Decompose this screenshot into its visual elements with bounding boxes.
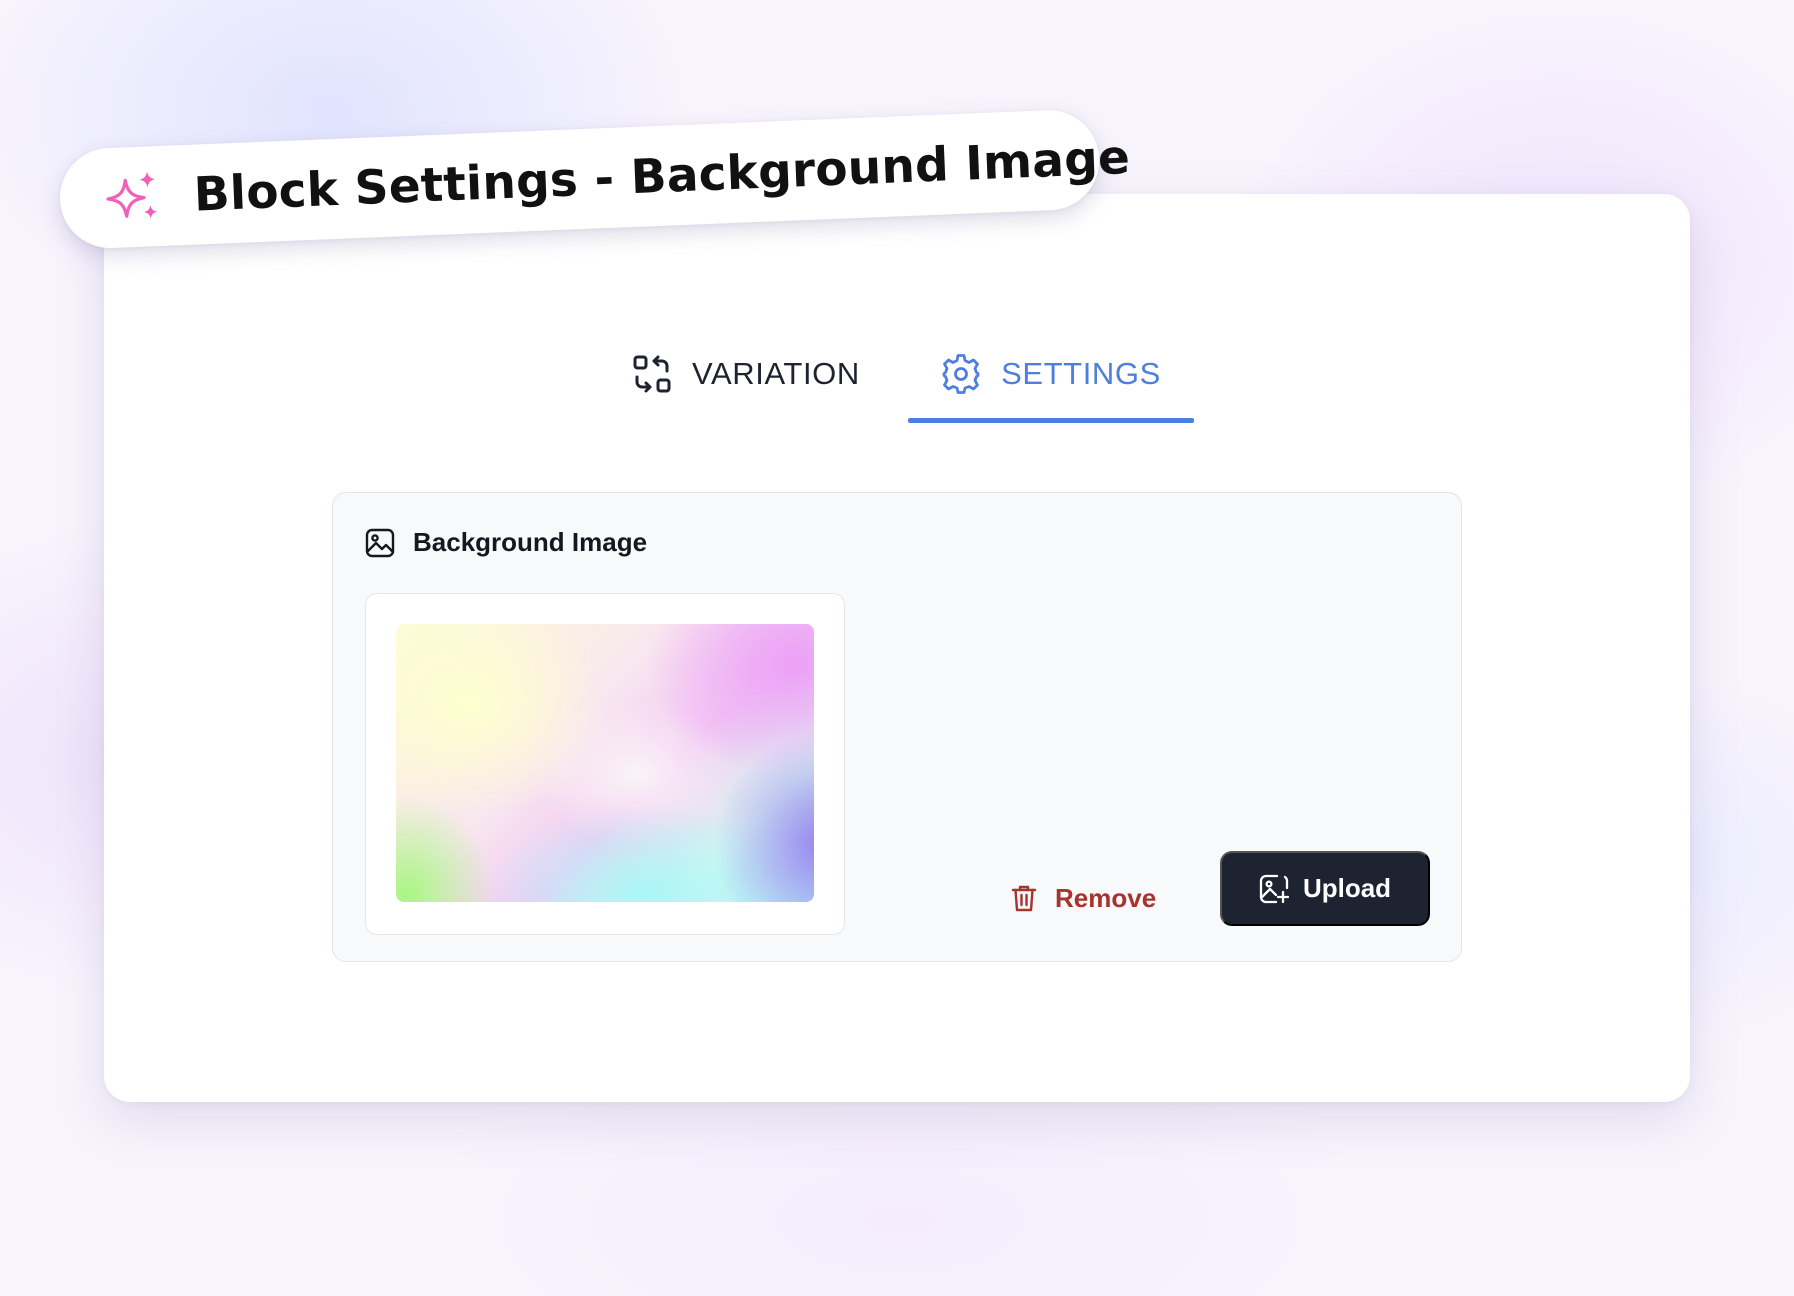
remove-button-label: Remove: [1055, 882, 1157, 913]
upload-button[interactable]: Upload: [1220, 851, 1430, 926]
active-tab-indicator: [908, 418, 1194, 423]
page-title: Block Settings - Background Image: [192, 129, 1132, 223]
image-preview-frame: [365, 593, 845, 935]
background-image-preview: [396, 624, 814, 902]
tab-variation-label: VARIATION: [692, 356, 860, 391]
tab-bar: VARIATION SETTINGS: [104, 324, 1690, 424]
sparkles-icon: [106, 171, 158, 219]
upload-button-label: Upload: [1302, 873, 1392, 903]
swap-icon: [633, 355, 671, 393]
panel-header: Background Image: [365, 527, 647, 558]
tab-settings-label: SETTINGS: [1001, 356, 1161, 391]
image-icon: [365, 528, 395, 557]
trash-icon: [1011, 885, 1037, 912]
tab-settings[interactable]: SETTINGS: [908, 324, 1194, 424]
settings-card: VARIATION SETTINGS Background Image Remo…: [104, 194, 1690, 1102]
gear-icon: [942, 354, 980, 394]
panel-title: Background Image: [413, 527, 648, 557]
tab-variation[interactable]: VARIATION: [632, 324, 860, 424]
background-image-panel: Background Image Remove Upload: [332, 492, 1462, 962]
image-add-icon: [1259, 874, 1289, 903]
remove-button[interactable]: Remove: [1009, 877, 1156, 919]
